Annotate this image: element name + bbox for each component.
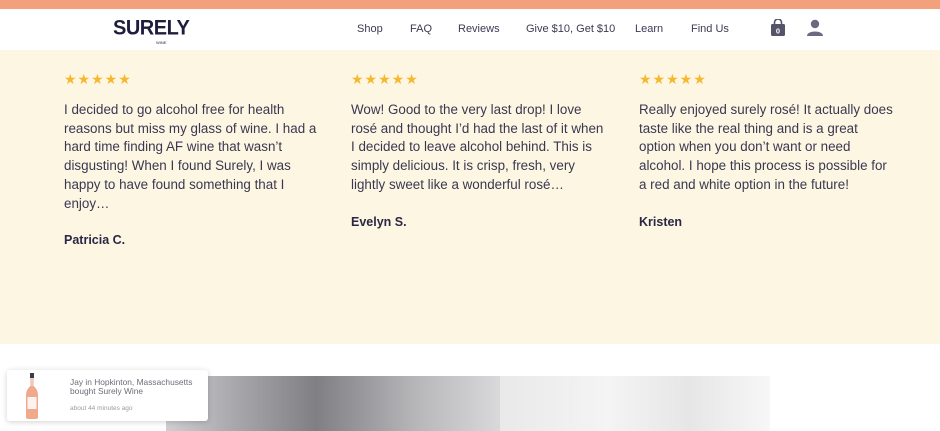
nav-reviews[interactable]: Reviews (458, 23, 500, 35)
cart-count: 0 (776, 27, 780, 36)
nav-shop[interactable]: Shop (357, 23, 383, 35)
surely-logo[interactable]: SURELY (113, 16, 190, 39)
review-text: Wow! Good to the very last drop! I love … (351, 102, 604, 192)
review-author: Kristen (639, 214, 683, 229)
star-rating: ★★★★★ (64, 71, 132, 87)
review-text: Really enjoyed surely rosé! It actually … (639, 102, 893, 192)
wine-bottle-icon (26, 373, 38, 419)
notification-time: about 44 minutes ago (70, 405, 133, 412)
lifestyle-photo-person (166, 376, 500, 431)
review-card: ★★★★★ I decided to go alcohol free for h… (64, 72, 319, 247)
review-author: Patricia C. (64, 233, 126, 248)
nav-faq[interactable]: FAQ (410, 23, 432, 35)
site-header: SURELY WINE Shop FAQ Reviews Give $10, G… (0, 9, 940, 50)
purchase-notification[interactable]: Jay in Hopkinton, Massachusetts bought S… (7, 370, 208, 421)
review-card: ★★★★★ Wow! Good to the very last drop! I… (351, 72, 606, 229)
nav-find-us[interactable]: Find Us (691, 23, 729, 35)
shopping-bag-icon[interactable]: 0 (770, 19, 786, 36)
review-author: Evelyn S. (351, 214, 407, 229)
nav-give-get[interactable]: Give $10, Get $10 (526, 23, 615, 35)
review-card: ★★★★★ Really enjoyed surely rosé! It act… (639, 72, 894, 229)
review-text: I decided to go alcohol free for health … (64, 102, 317, 211)
star-rating: ★★★★★ (639, 71, 707, 87)
logo-subtext: WINE (156, 40, 167, 45)
reviews-section: ★★★★★ I decided to go alcohol free for h… (0, 50, 940, 344)
user-icon[interactable] (806, 19, 824, 36)
notification-message: Jay in Hopkinton, Massachusetts bought S… (70, 377, 193, 397)
lifestyle-photo-background (500, 376, 770, 431)
nav-learn[interactable]: Learn (635, 23, 663, 35)
top-accent-bar (0, 0, 940, 9)
star-rating: ★★★★★ (351, 71, 419, 87)
